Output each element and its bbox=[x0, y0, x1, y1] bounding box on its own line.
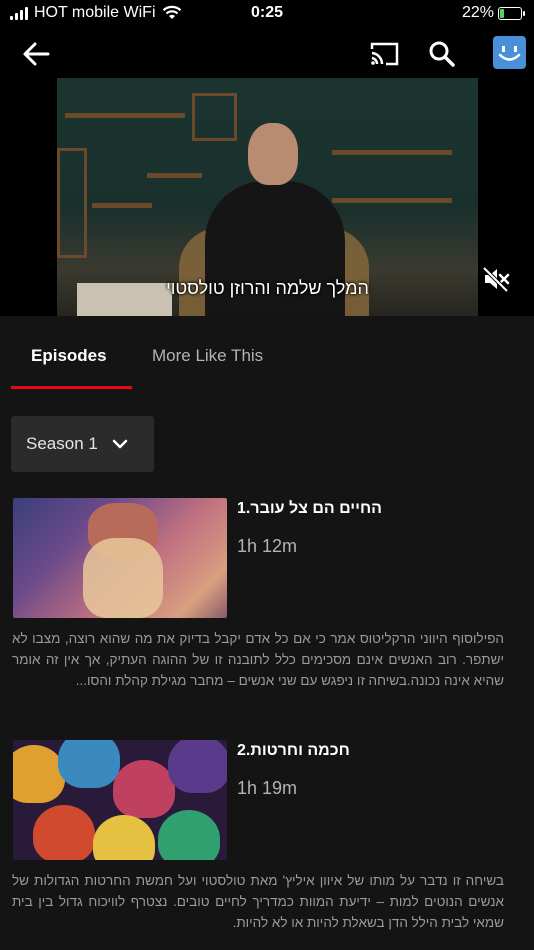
search-button[interactable] bbox=[420, 36, 464, 72]
search-icon bbox=[429, 41, 455, 67]
wall-shelf bbox=[147, 173, 202, 178]
battery-group: 22% bbox=[461, 4, 525, 22]
episode-thumbnail[interactable] bbox=[13, 498, 227, 618]
wall-shelf bbox=[332, 198, 452, 203]
season-label: Season 1 bbox=[26, 434, 98, 453]
episode-thumbnail[interactable] bbox=[13, 740, 227, 860]
episode-item[interactable]: החיים הם צל עובר.1 1h 12m הפילוסוף היוונ… bbox=[0, 498, 534, 718]
tab-episodes[interactable]: Episodes bbox=[31, 346, 107, 366]
battery-icon bbox=[498, 6, 525, 20]
cabinet bbox=[57, 148, 87, 258]
video-frame[interactable]: המלך שלמה והרוזן טולסטוי bbox=[57, 78, 478, 316]
active-tab-indicator bbox=[11, 386, 132, 389]
episode-description: בשיחה זו נדבר על מותו של איוון איליץ' מא… bbox=[12, 873, 504, 930]
video-player[interactable]: המלך שלמה והרוזן טולסטוי bbox=[0, 78, 534, 316]
episode-item[interactable]: חכמה וחרטות.2 1h 19m בשיחה זו נדבר על מו… bbox=[0, 740, 534, 950]
status-bar: HOT mobile WiFi 0:25 22% bbox=[0, 0, 534, 30]
cast-icon bbox=[370, 42, 399, 66]
episode-title[interactable]: החיים הם צל עובר.1 bbox=[237, 500, 524, 518]
episode-description: הפילוסוף היווני הרקליטוס אמר כי אם כל אד… bbox=[12, 631, 504, 688]
episode-title[interactable]: חכמה וחרטות.2 bbox=[237, 742, 524, 760]
arrow-left-icon bbox=[23, 42, 50, 66]
wall-shelf bbox=[332, 150, 452, 155]
tab-more-like-this[interactable]: More Like This bbox=[152, 346, 263, 366]
back-button[interactable] bbox=[14, 36, 58, 72]
clock: 0:25 bbox=[250, 4, 284, 21]
wall-shelf bbox=[92, 203, 152, 208]
chevron-down-icon bbox=[112, 439, 128, 449]
cast-button[interactable] bbox=[362, 36, 406, 72]
battery-percent: 22% bbox=[461, 4, 494, 21]
wall-shelf bbox=[65, 113, 185, 118]
video-subtitle: המלך שלמה והרוזן טולסטוי bbox=[166, 278, 369, 298]
season-dropdown[interactable]: Season 1 bbox=[11, 416, 154, 472]
episodes-panel: Episodes More Like This Season 1 החיים ה… bbox=[0, 316, 534, 950]
tab-bar: Episodes More Like This bbox=[0, 316, 534, 390]
battery-fill bbox=[500, 8, 504, 18]
speaker-muted-icon bbox=[482, 266, 510, 292]
episode-duration: 1h 12m bbox=[237, 536, 298, 556]
smiley-avatar-icon bbox=[498, 46, 521, 61]
top-nav bbox=[0, 30, 534, 78]
profile-button[interactable] bbox=[493, 36, 526, 69]
mute-button[interactable] bbox=[480, 264, 512, 294]
episode-duration: 1h 19m bbox=[237, 778, 298, 798]
